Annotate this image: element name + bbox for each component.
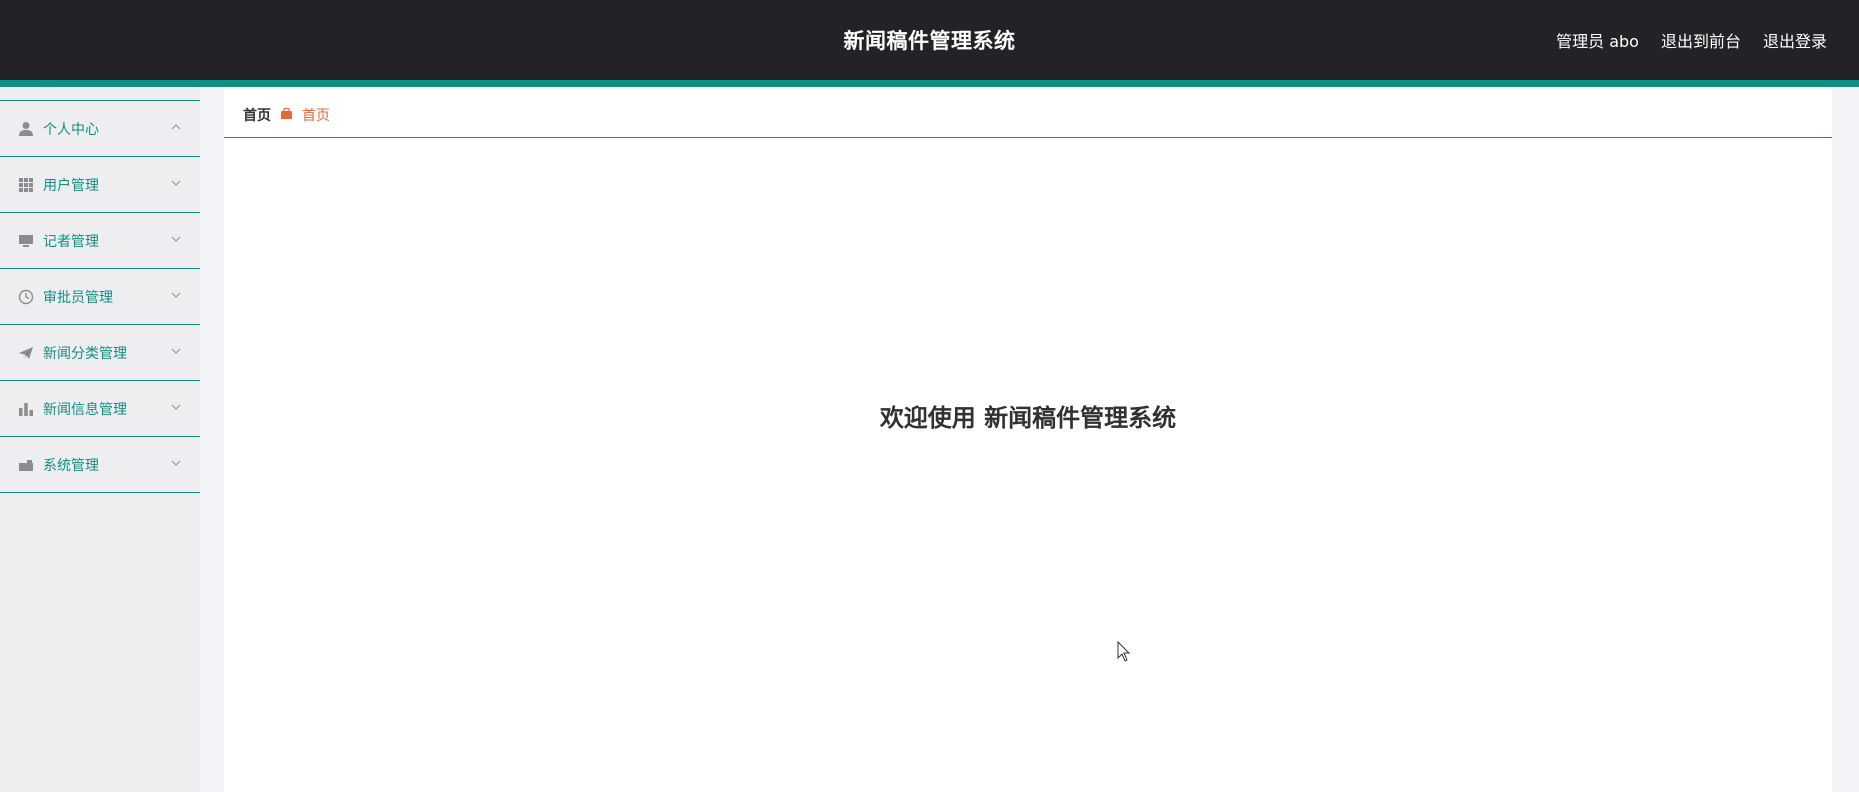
logout-link[interactable]: 退出登录 xyxy=(1763,28,1827,52)
sidebar-item-label: 新闻分类管理 xyxy=(43,346,127,362)
sidebar-item-approver-management[interactable]: 审批员管理 xyxy=(0,269,200,325)
briefcase-icon xyxy=(19,460,33,471)
chevron-down-icon xyxy=(171,180,181,186)
sidebar-menu: 首页 个人中心 用户管理 xyxy=(0,87,200,792)
grid-icon xyxy=(19,178,33,192)
sidebar-item-label: 用户管理 xyxy=(43,178,99,194)
chevron-up-icon xyxy=(171,124,181,130)
breadcrumb-current: 首页 xyxy=(302,108,330,124)
chevron-down-icon xyxy=(171,292,181,298)
welcome-message: 欢迎使用 新闻稿件管理系统 xyxy=(879,404,1177,432)
header-user-actions: 管理员 abo 退出到前台 退出登录 xyxy=(1556,0,1827,80)
sidebar-item-label: 首页 xyxy=(43,87,71,91)
sidebar-item-user-management[interactable]: 用户管理 xyxy=(0,157,200,213)
send-icon xyxy=(19,347,33,359)
breadcrumb-home-link[interactable]: 首页 xyxy=(243,105,271,125)
sidebar-item-label: 个人中心 xyxy=(43,122,99,138)
sidebar-item-system-management[interactable]: 系统管理 xyxy=(0,437,200,493)
sidebar-item-label: 记者管理 xyxy=(43,234,99,250)
monitor-icon xyxy=(19,235,33,247)
header-accent-bar xyxy=(0,80,1859,87)
chevron-down-icon xyxy=(171,404,181,410)
sidebar-item-news-info-management[interactable]: 新闻信息管理 xyxy=(0,381,200,437)
chevron-down-icon xyxy=(171,348,181,354)
bar-chart-icon xyxy=(19,403,33,416)
clock-icon xyxy=(18,289,34,305)
exit-to-front-link[interactable]: 退出到前台 xyxy=(1661,28,1741,52)
main-content: 首页 首页 欢迎使用 新闻稿件管理系统 xyxy=(224,87,1832,792)
chevron-down-icon xyxy=(171,460,181,466)
sidebar-item-home[interactable]: 首页 xyxy=(0,87,200,101)
user-icon xyxy=(19,122,33,136)
sidebar-item-personal-center[interactable]: 个人中心 xyxy=(0,101,200,157)
sidebar-item-label: 新闻信息管理 xyxy=(43,402,127,418)
mouse-cursor-icon xyxy=(1117,641,1131,662)
sidebar-item-label: 审批员管理 xyxy=(43,290,113,306)
chevron-down-icon xyxy=(171,236,181,242)
sidebar-item-news-category-management[interactable]: 新闻分类管理 xyxy=(0,325,200,381)
breadcrumb: 首页 首页 xyxy=(224,87,1832,138)
sidebar-item-label: 系统管理 xyxy=(43,458,99,474)
current-user-label: 管理员 abo xyxy=(1556,32,1639,51)
sidebar-item-reporter-management[interactable]: 记者管理 xyxy=(0,213,200,269)
top-header: 新闻稿件管理系统 管理员 abo 退出到前台 退出登录 xyxy=(0,0,1859,80)
breadcrumb-separator-icon xyxy=(281,107,292,119)
